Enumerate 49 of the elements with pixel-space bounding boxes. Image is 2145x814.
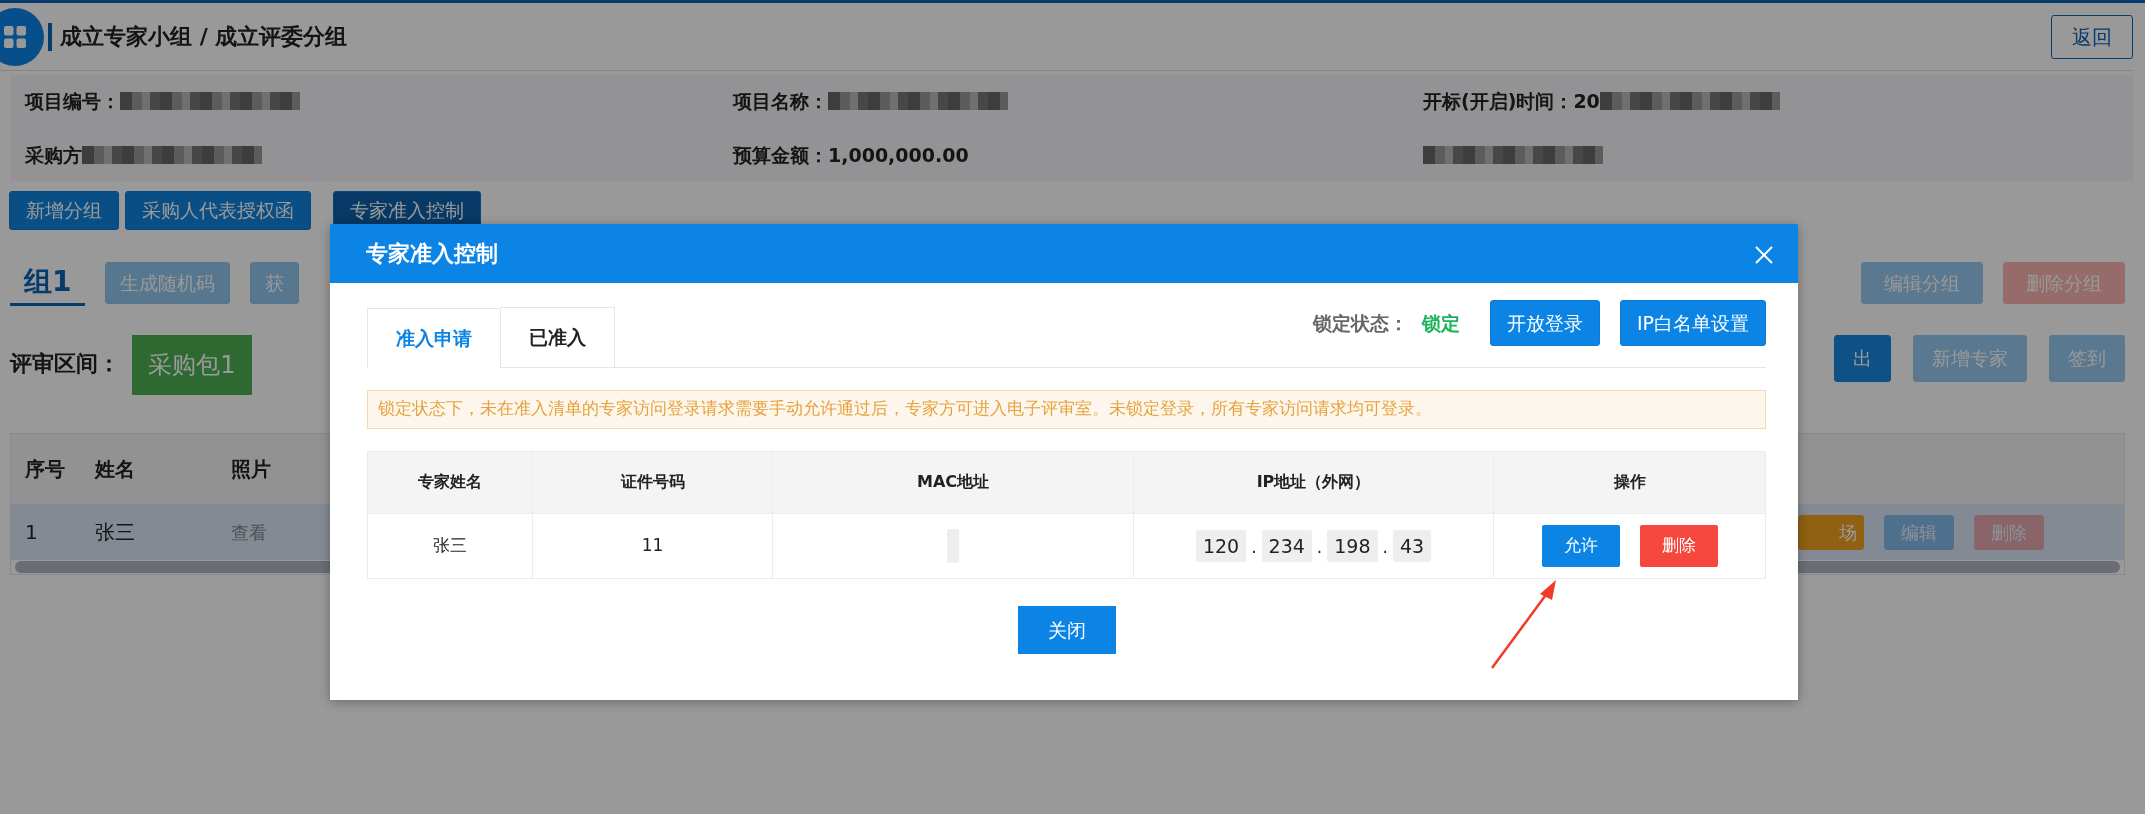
column-header: 专家姓名: [418, 472, 482, 492]
title-marker: [48, 22, 52, 51]
view-link[interactable]: 查看: [191, 518, 331, 546]
modal-title: 专家准入控制: [366, 240, 498, 268]
table-cell-text: 1: [24, 519, 39, 546]
back-button[interactable]: 返回: [2051, 14, 2133, 59]
column-header: 证件号码: [620, 472, 685, 492]
info-label: 预算金额：: [733, 142, 828, 168]
info-value: 20: [1573, 88, 1600, 114]
ip-separator: .: [1382, 536, 1388, 557]
close-button[interactable]: 关闭: [1017, 605, 1116, 655]
row-action-button[interactable]: 允许: [1541, 525, 1620, 567]
toolbar-button[interactable]: 新增分组: [9, 191, 119, 230]
info-label: 项目编号：: [25, 88, 120, 114]
column-header: IP地址（外网）: [1256, 472, 1371, 492]
column-header: 姓名: [93, 456, 136, 483]
toolbar-button[interactable]: 采购人代表授权函: [125, 191, 311, 230]
info-label: 开标(开启)时间：: [1423, 88, 1574, 114]
ip-octet: 43: [1392, 529, 1432, 562]
action-button[interactable]: 出: [1834, 335, 1891, 382]
column-header: 操作: [1613, 472, 1646, 492]
ip-octet: 198: [1327, 529, 1378, 562]
ip-octet: 234: [1261, 529, 1312, 562]
ip-separator: .: [1251, 536, 1257, 557]
lock-status-value: 锁定: [1421, 310, 1460, 336]
apps-icon[interactable]: [0, 7, 44, 66]
group-tab[interactable]: 组1: [10, 260, 86, 306]
modal-tab[interactable]: 准入申请: [367, 308, 501, 368]
info-value: 1,000,000.00: [828, 142, 969, 168]
table-cell: 张三: [433, 535, 467, 555]
ip-separator: .: [1316, 536, 1323, 557]
info-label: 采购方: [25, 142, 82, 168]
modal-tab[interactable]: 已准入: [501, 307, 615, 367]
row-action-button[interactable]: 删除: [1639, 525, 1718, 567]
page-title: 成立专家小组 / 成立评委分组: [60, 23, 348, 51]
review-label: 评审区间：: [10, 350, 120, 378]
info-label: 项目名称：: [733, 88, 828, 114]
ip-octet: 120: [1195, 529, 1247, 562]
table-cell: 11: [641, 535, 664, 555]
column-header: 照片: [230, 456, 272, 483]
package-tag[interactable]: 采购包1: [132, 335, 252, 395]
header-button[interactable]: 开放登录: [1489, 299, 1600, 347]
column-header: 序号: [24, 456, 66, 483]
lock-status-label: 锁定状态：: [1312, 310, 1408, 336]
notice-alert: 锁定状态下，未在准入清单的专家访问登录请求需要手动允许通过后，专家方可进入电子评审室。未锁定登录，所有专家访问请求均可登录。: [367, 390, 1766, 429]
table-cell-text: 张三: [94, 519, 136, 546]
row-action-button[interactable]: 场: [1798, 514, 1864, 550]
header-button[interactable]: IP白名单设置: [1619, 299, 1766, 347]
column-header: MAC地址: [916, 472, 989, 492]
